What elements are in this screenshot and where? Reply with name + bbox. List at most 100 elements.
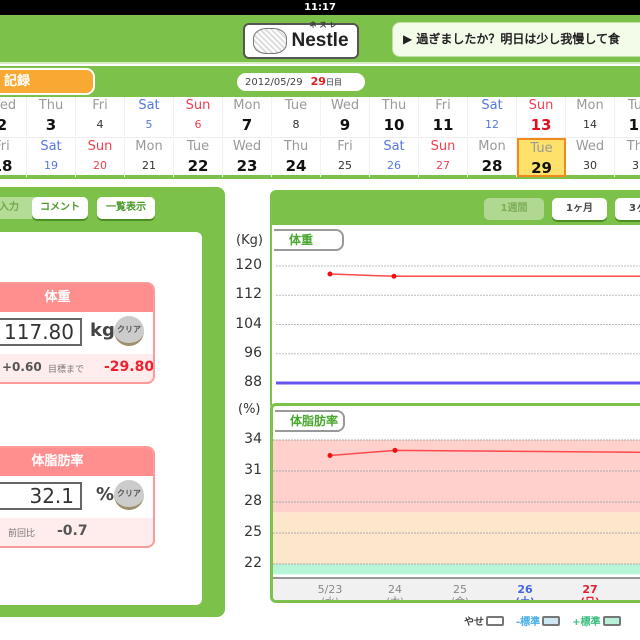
legend-label: やせ (464, 617, 484, 628)
day-number: 18 (0, 157, 13, 175)
range-band (273, 512, 640, 564)
calendar-row: Wed 2 Thu 3 Fri 4 Sat 5 Sun 6 Mon 7 Tue 8 Wed 9 Thu 10 Fri… (0, 97, 640, 136)
y-tick-label: 34 (244, 431, 262, 447)
body-fat-unit: % (96, 484, 115, 505)
calendar-day-15[interactable]: Tue 15 (615, 97, 640, 136)
status-time: 11:17 (304, 2, 336, 13)
x-tick-dow-label: (日) (580, 596, 599, 603)
day-number: 4 (96, 118, 104, 131)
body-fat-card-title: 体脂肪率 (0, 448, 153, 476)
calendar-day-10[interactable]: Thu 10 (370, 97, 419, 136)
calendar-day-24[interactable]: Thu 24 (272, 138, 321, 177)
day-number: 22 (187, 157, 209, 175)
day-number: 28 (481, 157, 503, 175)
calendar-day-27[interactable]: Sun 27 (419, 138, 468, 177)
advice-message[interactable]: ▶ 過ぎましたか？明日は少し我慢して食 (392, 22, 640, 57)
list-view-button[interactable]: 一覧表示 (97, 197, 155, 219)
calendar-day-18[interactable]: Fri 18 (0, 138, 27, 177)
calendar-day-22[interactable]: Tue 22 (174, 138, 223, 177)
day-number: 3 (45, 116, 57, 134)
day-of-week: Tue (627, 98, 640, 113)
body-fat-input[interactable]: 32.1 (0, 482, 82, 510)
current-date-pill: 2012/05/29 29日目 (237, 73, 365, 91)
day-of-week: Fri (337, 139, 353, 154)
x-tick-label: 26 (517, 583, 533, 596)
record-tab[interactable]: 記録 (0, 68, 95, 95)
calendar-day-14[interactable]: Mon 14 (566, 97, 615, 136)
calendar-day-3[interactable]: Thu 3 (27, 97, 76, 136)
nestle-logo: ネスレ Nestle (243, 22, 359, 59)
weight-clear-button[interactable]: クリア (114, 316, 144, 346)
day-of-week: Fri (0, 139, 10, 154)
day-of-week: Fri (92, 98, 108, 113)
day-of-week: Sun (185, 98, 211, 113)
y-tick-label: 31 (244, 462, 262, 478)
day-number: 27 (436, 159, 450, 172)
calendar-day-7[interactable]: Mon 7 (223, 97, 272, 136)
calendar-day-31[interactable]: Thu 31 (615, 138, 640, 177)
y-tick-label: 22 (244, 555, 262, 571)
calendar-day-13[interactable]: Sun 13 (517, 97, 566, 136)
day-of-week: Wed (330, 98, 360, 113)
logo-kana: ネスレ (309, 22, 340, 29)
day-of-week: Wed (232, 139, 262, 154)
prev-compare-value: -0.7 (57, 523, 88, 539)
day-of-week: Tue (284, 98, 308, 113)
day-of-week: Thu (38, 98, 64, 113)
calendar-day-6[interactable]: Sun 6 (174, 97, 223, 136)
calendar-day-25[interactable]: Fri 25 (321, 138, 370, 177)
calendar-day-29[interactable]: Tue 29 (517, 138, 566, 177)
weight-card-title: 体重 (0, 284, 153, 312)
period-1week-button[interactable]: 1週間 (484, 198, 544, 220)
day-number: 11 (432, 116, 454, 134)
day-of-week: Sun (528, 98, 554, 113)
weight-card: 体重 117.80 kg クリア +0.60 目標まで -29.80 (0, 282, 155, 384)
body-fat-chart-title: 体脂肪率 (275, 410, 345, 432)
calendar-day-28[interactable]: Mon 28 (468, 138, 517, 177)
calendar-day-26[interactable]: Sat 26 (370, 138, 419, 177)
calendar-day-2[interactable]: Wed 2 (0, 97, 27, 136)
calendar-day-20[interactable]: Sun 20 (76, 138, 125, 177)
header: ネスレ Nestle ▶ 過ぎましたか？明日は少し我慢して食 (0, 15, 640, 64)
day-unit: 日目 (325, 78, 342, 87)
legend-swatch-icon (486, 615, 504, 626)
calendar-day-21[interactable]: Mon 21 (125, 138, 174, 177)
input-panel: 体重 117.80 kg クリア +0.60 目標まで -29.80 体脂肪率 … (0, 232, 202, 605)
period-1month-button[interactable]: 1ヶ月 (552, 198, 607, 220)
calendar-day-30[interactable]: Wed 30 (566, 138, 615, 177)
calendar-day-5[interactable]: Sat 5 (125, 97, 174, 136)
day-number: 6 (194, 118, 202, 131)
calendar-day-23[interactable]: Wed 23 (223, 138, 272, 177)
calendar-strip: Wed 2 Thu 3 Fri 4 Sat 5 Sun 6 Mon 7 Tue 8 Wed 9 Thu 10 Fri… (0, 97, 640, 179)
weight-diff: +0.60 (2, 360, 42, 374)
calendar-day-8[interactable]: Tue 8 (272, 97, 321, 136)
period-3month-button[interactable]: 3ヶ月 (615, 198, 640, 220)
x-tick-dow-label: (金) (451, 595, 469, 603)
y-tick-label: 120 (235, 257, 262, 273)
legend-swatch-icon (602, 615, 621, 626)
day-number: 14 (583, 118, 597, 131)
chart-panel: 1週間 1ヶ月 3ヶ月 体重 5/23(水) 24(木) 25(金) 26(土) 27(… (270, 190, 640, 614)
day-of-week: Tue (530, 141, 553, 156)
day-of-week: Sun (87, 139, 113, 154)
day-of-week: Sun (430, 139, 456, 154)
day-number: 21 (142, 159, 156, 172)
status-bar: 11:17 (0, 0, 640, 15)
legend-item: やせ (464, 613, 504, 628)
body-fat-clear-button[interactable]: クリア (114, 480, 144, 510)
y-tick-label: 112 (235, 286, 262, 303)
calendar-day-12[interactable]: Sat 12 (468, 97, 517, 136)
calendar-day-19[interactable]: Sat 19 (27, 138, 76, 177)
calendar-day-11[interactable]: Fri 11 (419, 97, 468, 136)
day-of-week: Wed (0, 98, 17, 113)
chart-legend: やせ -標準 +標準 (464, 613, 621, 628)
day-of-week: Wed (575, 139, 605, 154)
comment-button[interactable]: コメント (32, 197, 88, 219)
calendar-day-4[interactable]: Fri 4 (76, 97, 125, 136)
calendar-day-9[interactable]: Wed 9 (321, 97, 370, 136)
weight-chart-frame: 1週間 1ヶ月 3ヶ月 体重 (270, 190, 640, 410)
legend-label: -標準 (516, 617, 541, 628)
weight-input[interactable]: 117.80 (0, 318, 82, 346)
range-band (273, 564, 640, 575)
y-tick-label: 104 (235, 315, 262, 332)
